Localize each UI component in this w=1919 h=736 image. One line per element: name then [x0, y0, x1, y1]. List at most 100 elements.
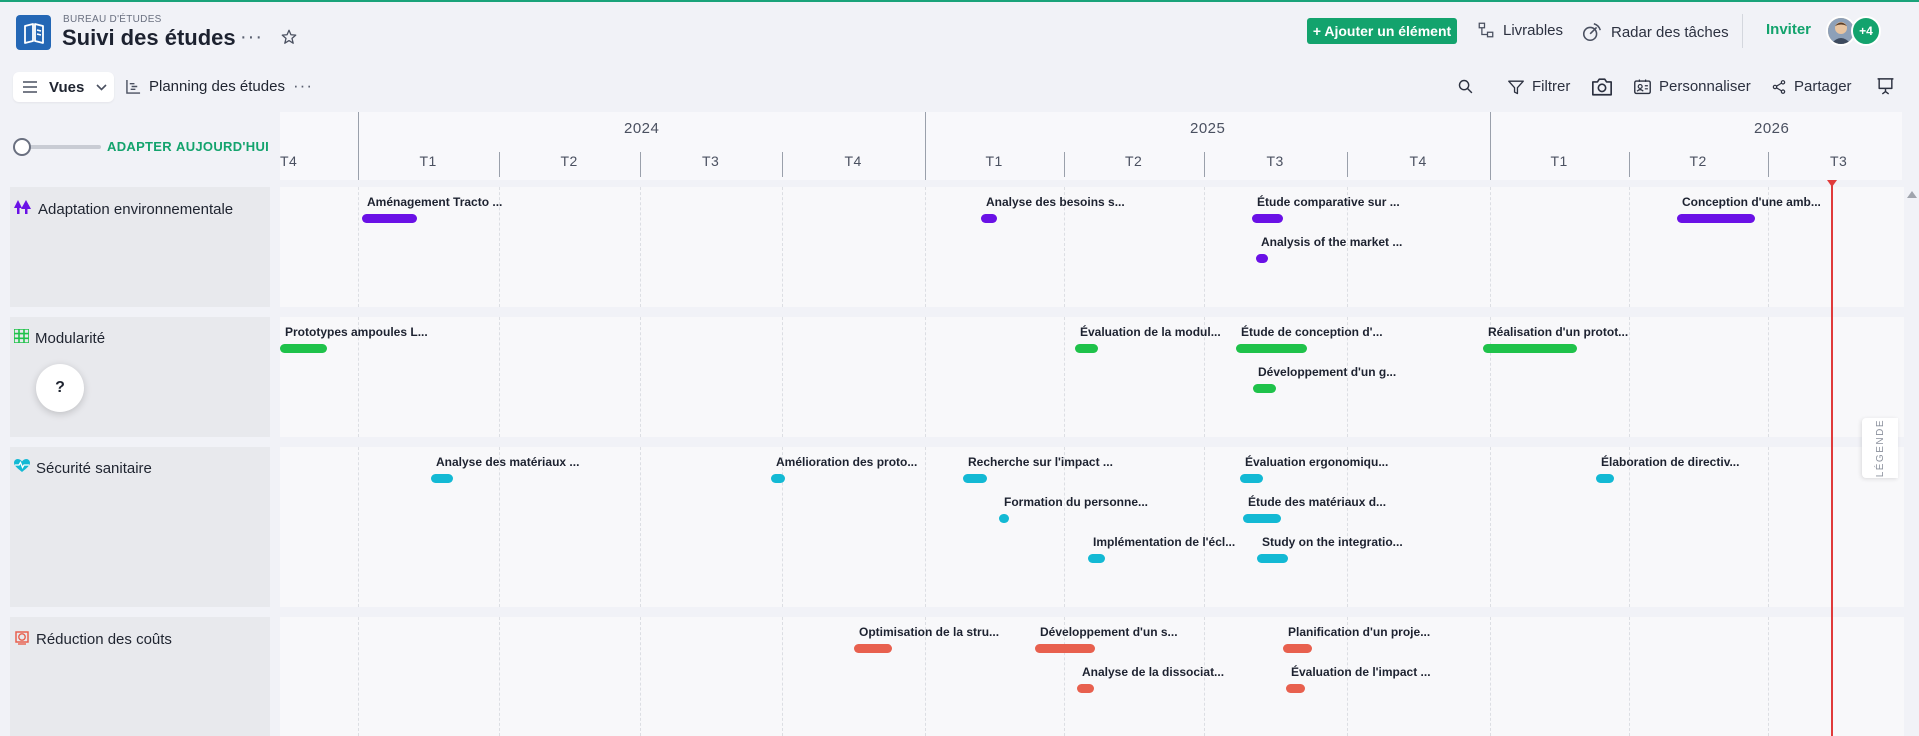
current-view[interactable]: Planning des études — [126, 78, 285, 95]
task-label[interactable]: Study on the integratio... — [1262, 535, 1403, 549]
task-bar[interactable] — [963, 474, 987, 483]
task-bar[interactable] — [280, 344, 327, 353]
view-name-label: Planning des études — [149, 78, 285, 95]
task-label[interactable]: Analysis of the market ... — [1261, 235, 1402, 249]
favorite-star-icon[interactable] — [280, 28, 298, 46]
task-bar[interactable] — [771, 474, 785, 483]
task-label[interactable]: Analyse des matériaux ... — [436, 455, 579, 469]
task-bar[interactable] — [1596, 474, 1614, 483]
task-label[interactable]: Analyse de la dissociat... — [1082, 665, 1224, 679]
zoom-slider-track[interactable] — [22, 145, 101, 149]
task-bar[interactable] — [999, 514, 1009, 523]
quarter-gridline — [1204, 447, 1205, 607]
quarter-divider — [1768, 152, 1769, 177]
task-label[interactable]: Étude des matériaux d... — [1248, 495, 1386, 509]
coin-icon — [14, 629, 30, 649]
task-label[interactable]: Développement d'un s... — [1040, 625, 1178, 639]
legend-tab[interactable]: LÉGENDE — [1862, 418, 1898, 478]
task-label[interactable]: Prototypes ampoules L... — [285, 325, 428, 339]
task-label[interactable]: Amélioration des proto... — [776, 455, 917, 469]
task-bar[interactable] — [1677, 214, 1755, 223]
group-title[interactable]: Réduction des coûts — [14, 629, 172, 649]
more-members-badge[interactable]: +4 — [1851, 16, 1881, 46]
task-label[interactable]: Étude comparative sur ... — [1257, 195, 1400, 209]
task-label[interactable]: Implémentation de l'écl... — [1093, 535, 1235, 549]
task-bar[interactable] — [1236, 344, 1307, 353]
today-marker-head — [1827, 180, 1837, 187]
task-bar[interactable] — [1252, 214, 1283, 223]
quarter-gridline — [1347, 447, 1348, 607]
task-bar[interactable] — [1243, 514, 1281, 523]
search-icon[interactable] — [1457, 78, 1474, 95]
task-bar[interactable] — [1483, 344, 1577, 353]
fit-button[interactable]: ADAPTER — [107, 139, 172, 154]
title-more-button[interactable]: ··· — [240, 26, 263, 49]
task-label[interactable]: Formation du personne... — [1004, 495, 1148, 509]
presentation-icon[interactable] — [1876, 77, 1895, 95]
task-label[interactable]: Conception d'une amb... — [1682, 195, 1821, 209]
add-item-button[interactable]: + Ajouter un élément — [1307, 18, 1457, 44]
task-bar[interactable] — [1253, 384, 1276, 393]
quarter-gridline — [1629, 617, 1630, 736]
task-bar[interactable] — [1075, 344, 1098, 353]
task-label[interactable]: Évaluation ergonomiqu... — [1245, 455, 1388, 469]
view-more-button[interactable]: ··· — [293, 76, 313, 96]
quarter-label: T3 — [702, 153, 720, 169]
customize-button[interactable]: Personnaliser — [1633, 78, 1751, 95]
heart-pulse-icon — [14, 459, 30, 477]
task-label[interactable]: Évaluation de la modul... — [1080, 325, 1221, 339]
deliverables-link[interactable]: Livrables — [1477, 21, 1563, 39]
quarter-gridline — [1490, 447, 1491, 607]
task-bar[interactable] — [362, 214, 417, 223]
task-radar-link[interactable]: Radar des tâches — [1581, 21, 1729, 43]
task-label[interactable]: Planification d'un proje... — [1288, 625, 1430, 639]
task-label[interactable]: Aménagement Tracto ... — [367, 195, 502, 209]
task-bar[interactable] — [1240, 474, 1263, 483]
quarter-gridline — [782, 617, 783, 736]
views-dropdown[interactable]: Vues — [13, 72, 114, 102]
task-label[interactable]: Réalisation d'un protot... — [1488, 325, 1628, 339]
task-bar[interactable] — [1035, 644, 1095, 653]
group-title[interactable]: Modularité — [13, 328, 105, 347]
quarter-gridline — [640, 447, 641, 607]
camera-icon[interactable] — [1591, 77, 1613, 96]
task-label[interactable]: Étude de conception d'... — [1241, 325, 1383, 339]
app-logo[interactable] — [16, 15, 51, 50]
task-bar[interactable] — [1286, 684, 1305, 693]
quarter-gridline — [1629, 317, 1630, 437]
task-label[interactable]: Optimisation de la stru... — [859, 625, 999, 639]
share-label: Partager — [1794, 78, 1852, 95]
quarter-label: T4 — [1409, 153, 1427, 169]
task-bar[interactable] — [1088, 554, 1105, 563]
task-bar[interactable] — [981, 214, 997, 223]
task-bar[interactable] — [854, 644, 892, 653]
group-title[interactable]: Sécurité sanitaire — [14, 459, 152, 477]
header-separator — [1742, 14, 1743, 48]
task-label[interactable]: Élaboration de directiv... — [1601, 455, 1739, 469]
views-label: Vues — [49, 78, 85, 96]
invite-button[interactable]: Inviter — [1766, 21, 1811, 38]
today-button[interactable]: AUJOURD'HUI — [176, 139, 269, 154]
quarter-gridline — [1490, 617, 1491, 736]
help-button[interactable]: ? — [36, 364, 84, 412]
scroll-up-arrow[interactable] — [1907, 191, 1917, 198]
page-title: Suivi des études — [62, 25, 236, 50]
quarter-gridline — [925, 317, 926, 437]
task-bar[interactable] — [1256, 254, 1268, 263]
task-bar[interactable] — [1257, 554, 1288, 563]
hierarchy-icon — [1478, 22, 1494, 38]
share-button[interactable]: Partager — [1771, 78, 1852, 95]
group-name: Réduction des coûts — [36, 630, 172, 648]
chevron-down-icon — [96, 83, 107, 91]
task-label[interactable]: Recherche sur l'impact ... — [968, 455, 1113, 469]
task-label[interactable]: Analyse des besoins s... — [986, 195, 1125, 209]
zoom-slider-handle[interactable] — [13, 138, 31, 156]
task-bar[interactable] — [1077, 684, 1094, 693]
task-bar[interactable] — [431, 474, 453, 483]
task-bar[interactable] — [1283, 644, 1312, 653]
task-label[interactable]: Évaluation de l'impact ... — [1291, 665, 1431, 679]
quarter-gridline — [1629, 187, 1630, 307]
task-label[interactable]: Développement d'un g... — [1258, 365, 1396, 379]
filter-button[interactable]: Filtrer — [1507, 78, 1570, 95]
group-title[interactable]: Adaptation environnementale — [14, 199, 233, 219]
